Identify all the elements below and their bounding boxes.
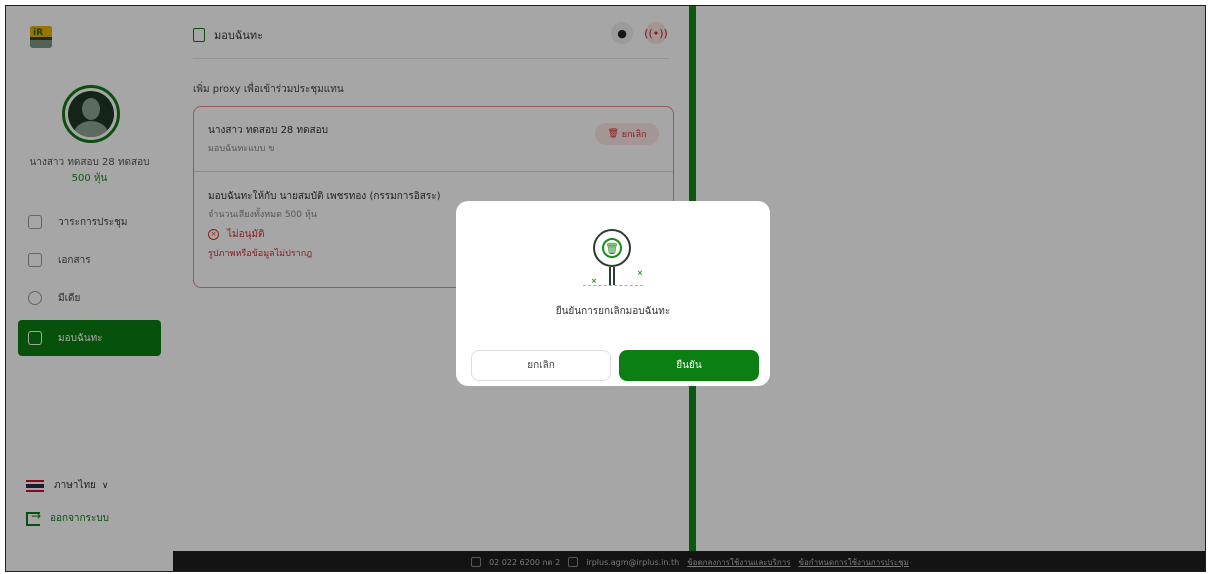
trash-illustration: 🗑 × ×: [571, 229, 655, 293]
trash-icon: 🗑: [602, 238, 622, 258]
app-window: iR นางสาว ทดสอบ 28 ทดสอบ 500 หุ้น วาระกา…: [5, 5, 1206, 572]
dialog-message: ยืนยันการยกเลิกมอบฉันทะ: [555, 306, 671, 317]
confirm-cancel-dialog: 🗑 × × ยืนยันการยกเลิกมอบฉันทะ ยกเลิก ยืน…: [456, 201, 770, 386]
confirm-button[interactable]: ยืนยัน: [619, 350, 759, 381]
cancel-button[interactable]: ยกเลิก: [471, 350, 611, 381]
